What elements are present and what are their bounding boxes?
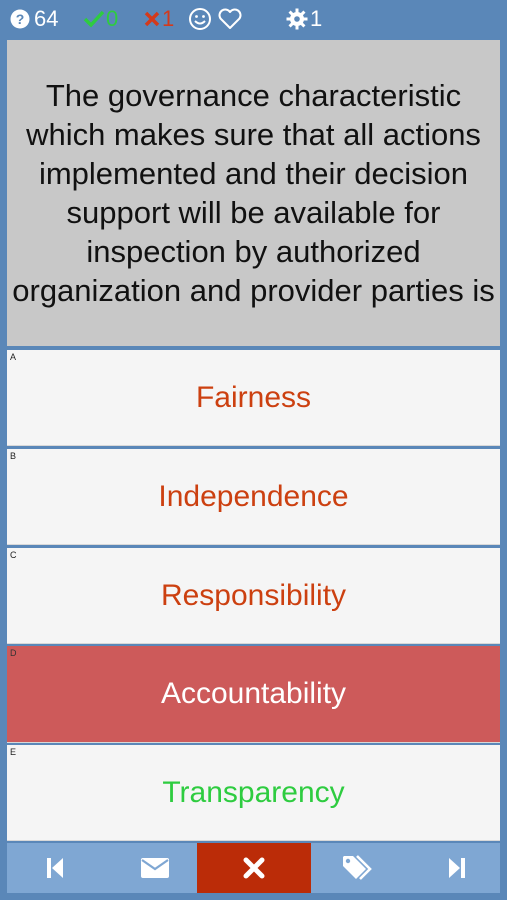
gear-count[interactable]: 1: [284, 0, 322, 38]
envelope-icon: [141, 858, 169, 878]
answer-text: Responsibility: [160, 578, 347, 612]
previous-button[interactable]: [35, 843, 75, 893]
answer-text: Fairness: [195, 380, 312, 414]
close-icon: [243, 857, 265, 879]
wrong-count: 1: [142, 0, 174, 38]
gear-icon: [286, 8, 308, 30]
answer-option-b[interactable]: B Independence: [7, 449, 500, 545]
answer-letter: C: [10, 550, 17, 560]
bottom-toolbar: [7, 843, 500, 893]
question-count: ? 64: [10, 0, 58, 38]
check-icon: [83, 10, 105, 28]
next-button[interactable]: [437, 843, 477, 893]
answer-letter: A: [10, 352, 17, 362]
tags-button[interactable]: [335, 843, 381, 893]
mail-button[interactable]: [127, 843, 183, 893]
svg-text:?: ?: [16, 11, 25, 27]
status-bar: ? 64 0 1 1: [0, 0, 507, 38]
answer-text: Transparency: [162, 775, 345, 809]
heart-icon[interactable]: [217, 0, 243, 38]
answer-option-d[interactable]: D Accountability: [7, 646, 500, 743]
answer-letter: D: [10, 648, 17, 658]
question-circle-icon: ?: [10, 9, 30, 29]
question-text: The governance characteristic which make…: [7, 40, 500, 346]
skip-back-icon: [47, 858, 63, 878]
question-count-value: 64: [34, 6, 59, 31]
answer-text: Accountability: [160, 677, 347, 710]
answer-letter: B: [10, 451, 17, 461]
correct-count-value: 0: [106, 6, 119, 31]
tags-icon: [343, 855, 372, 880]
smile-icon[interactable]: [188, 0, 212, 38]
skip-forward-icon: [449, 858, 465, 878]
gear-count-value: 1: [310, 6, 323, 31]
wrong-count-value: 1: [162, 6, 175, 31]
answer-text: Independence: [158, 479, 349, 513]
answer-option-e[interactable]: E Transparency: [7, 745, 500, 841]
answer-option-c[interactable]: C Responsibility: [7, 548, 500, 644]
close-button[interactable]: [197, 843, 311, 893]
x-icon: [143, 10, 161, 28]
correct-count: 0: [82, 0, 118, 38]
answer-letter: E: [10, 747, 17, 757]
answer-option-a[interactable]: A Fairness: [7, 350, 500, 446]
